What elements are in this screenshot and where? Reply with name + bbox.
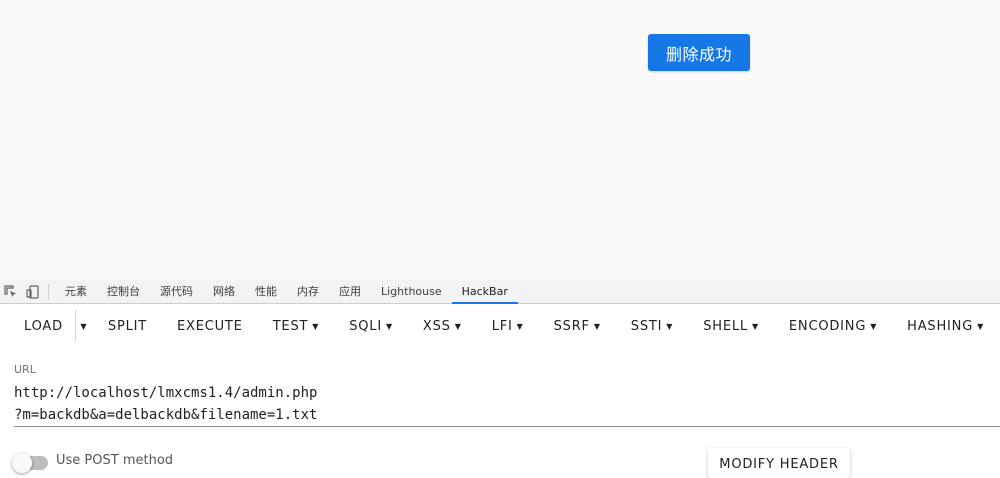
load-dropdown-caret-icon[interactable]: ▼ xyxy=(74,310,92,342)
tab-console[interactable]: 控制台 xyxy=(97,280,150,303)
divider xyxy=(48,283,49,300)
lfi-menu-label: LFI xyxy=(491,318,513,334)
test-menu-label: TEST xyxy=(272,318,309,334)
shell-menu-label: SHELL xyxy=(703,318,748,334)
test-menu[interactable]: TEST ▼ xyxy=(255,304,332,348)
tab-sources[interactable]: 源代码 xyxy=(150,280,203,303)
url-textarea[interactable]: http://localhost/lmxcms1.4/admin.php ?m=… xyxy=(14,382,1000,427)
xss-menu[interactable]: XSS ▼ xyxy=(405,304,474,348)
xss-menu-label: XSS xyxy=(422,318,451,334)
caret-down-icon: ▼ xyxy=(751,321,759,331)
inspect-element-icon[interactable] xyxy=(0,280,22,303)
hackbar-toolbar: LOAD ▼ SPLIT EXECUTE TEST ▼ SQLI ▼ XSS ▼ LF… xyxy=(0,304,1000,348)
caret-down-icon: ▼ xyxy=(666,321,674,331)
modify-header-button[interactable]: MODIFY HEADER xyxy=(708,448,850,478)
page-viewport: 删除成功 xyxy=(0,0,1000,280)
caret-down-icon: ▼ xyxy=(593,321,601,331)
ssrf-menu[interactable]: SSRF ▼ xyxy=(536,304,613,348)
lfi-menu[interactable]: LFI ▼ xyxy=(474,304,536,348)
tab-memory[interactable]: 内存 xyxy=(287,280,329,303)
url-label: URL xyxy=(14,363,36,376)
split-button[interactable]: SPLIT xyxy=(92,304,159,348)
tab-lighthouse[interactable]: Lighthouse xyxy=(371,280,452,303)
execute-button[interactable]: EXECUTE xyxy=(159,304,255,348)
caret-down-icon: ▼ xyxy=(454,321,462,331)
post-method-toggle[interactable] xyxy=(12,453,48,473)
ssti-menu-label: SSTI xyxy=(630,318,663,334)
ssrf-menu-label: SSRF xyxy=(553,318,590,334)
sqli-menu-label: SQLI xyxy=(349,318,382,334)
caret-down-icon: ▼ xyxy=(870,321,878,331)
hashing-menu-label: HASHING xyxy=(907,318,974,334)
caret-down-icon: ▼ xyxy=(385,321,393,331)
devtools-tab-bar: 元素 控制台 源代码 网络 性能 内存 应用 Lighthouse HackBa… xyxy=(0,280,1000,304)
tab-network[interactable]: 网络 xyxy=(203,280,245,303)
device-toolbar-icon[interactable] xyxy=(22,280,44,303)
shell-menu[interactable]: SHELL ▼ xyxy=(685,304,771,348)
load-button[interactable]: LOAD xyxy=(0,304,75,348)
post-method-label: Use POST method xyxy=(56,453,174,468)
caret-down-icon: ▼ xyxy=(516,321,524,331)
hashing-menu[interactable]: HASHING ▼ xyxy=(889,304,996,348)
sqli-menu[interactable]: SQLI ▼ xyxy=(331,304,405,348)
tab-hackbar[interactable]: HackBar xyxy=(451,280,519,304)
encoding-menu[interactable]: ENCODING ▼ xyxy=(771,304,889,348)
tab-application[interactable]: 应用 xyxy=(329,280,371,303)
caret-down-icon: ▼ xyxy=(312,321,320,331)
load-button-group: LOAD ▼ xyxy=(0,304,92,348)
encoding-menu-label: ENCODING xyxy=(788,318,867,334)
success-toast: 删除成功 xyxy=(648,34,750,71)
tab-performance[interactable]: 性能 xyxy=(245,280,287,303)
tab-elements[interactable]: 元素 xyxy=(55,280,97,303)
ssti-menu[interactable]: SSTI ▼ xyxy=(613,304,685,348)
caret-down-icon: ▼ xyxy=(977,321,985,331)
